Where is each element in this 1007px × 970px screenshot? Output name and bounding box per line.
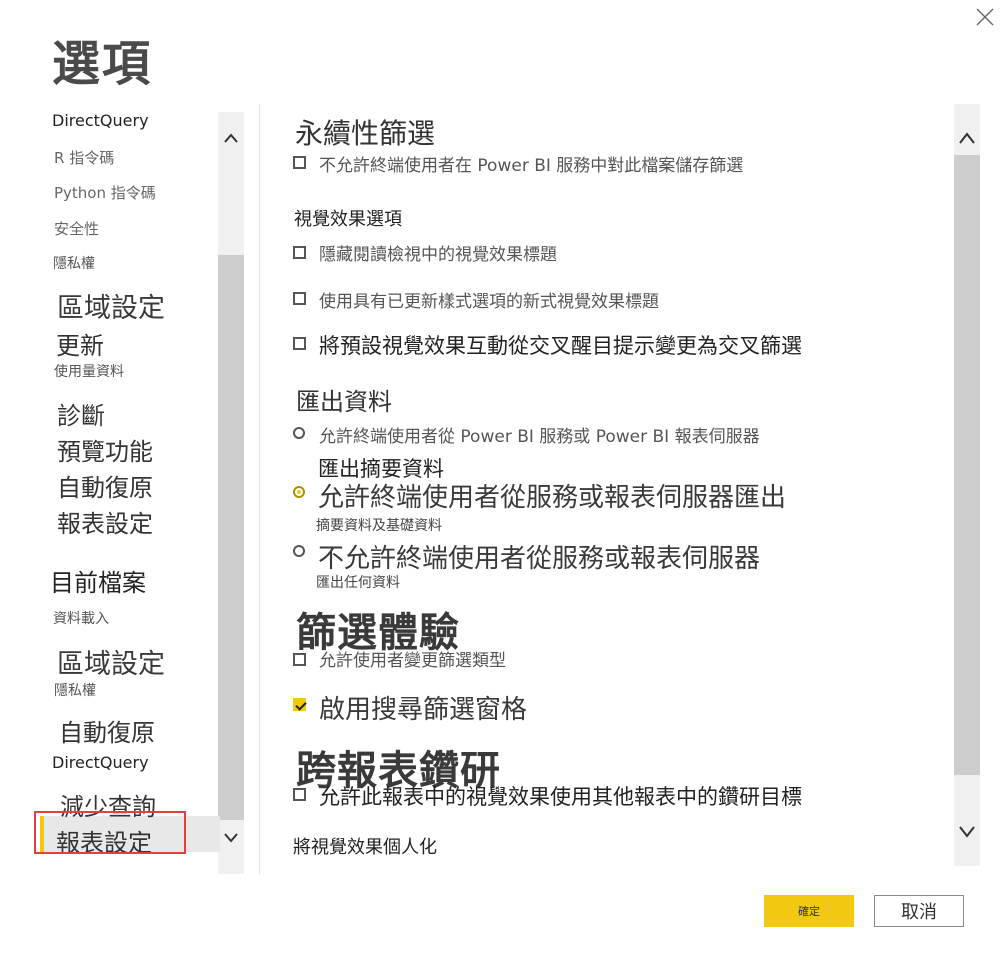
section-heading-export-data: 匯出資料 <box>296 388 392 416</box>
nav-item-usage-data[interactable]: 使用量資料 <box>54 361 124 381</box>
cancel-button[interactable]: 取消 <box>874 895 964 927</box>
option-sub-export-summarized-and-underlying: 摘要資料及基礎資料 <box>316 518 442 534</box>
option-label-export-summarized-and-underlying: 允許終端使用者從服務或報表伺服器匯出 <box>318 483 787 513</box>
nav-item-current-privacy[interactable]: 隱私權 <box>54 680 96 700</box>
checkbox-modern-visual-header[interactable] <box>293 292 306 305</box>
chevron-down-icon[interactable] <box>957 820 977 842</box>
nav-item-auto-recovery[interactable]: 自動復原 <box>57 468 153 503</box>
nav-item-regional-settings[interactable]: 區域設定 <box>57 286 165 325</box>
option-label-export-summarized: 允許終端使用者從 Power BI 服務或 Power BI 報表伺服器 <box>319 427 760 447</box>
option-label-hide-visual-header: 隱藏閱讀檢視中的視覺效果標題 <box>319 245 557 265</box>
ok-button[interactable]: 確定 <box>764 895 854 927</box>
nav-item-current-regional-settings[interactable]: 區域設定 <box>57 642 165 681</box>
nav-item-privacy[interactable]: 隱私權 <box>53 253 95 273</box>
nav-item-updates[interactable]: 更新 <box>56 326 104 361</box>
option-sub-export-none: 匯出任何資料 <box>316 575 400 591</box>
checkbox-cross-filter-default[interactable] <box>293 337 306 350</box>
section-heading-persistent-filters: 永續性篩選 <box>295 117 436 150</box>
checkbox-hide-visual-header[interactable] <box>293 246 306 259</box>
nav-item-directquery[interactable]: DirectQuery <box>52 111 149 130</box>
checkbox-enable-search-filter-pane[interactable] <box>293 698 306 711</box>
checkbox-persistent-filters[interactable] <box>293 156 306 169</box>
dialog-title: 選項 <box>52 36 153 92</box>
selection-highlight-box <box>34 811 186 854</box>
option-label-enable-search-filter-pane: 啟用搜尋篩選窗格 <box>319 695 528 725</box>
chevron-up-icon[interactable] <box>221 128 241 148</box>
checkbox-change-filter-type[interactable] <box>293 653 306 666</box>
checkbox-cross-report-drillthrough[interactable] <box>293 788 306 801</box>
nav-item-python-script[interactable]: Python 指令碼 <box>54 182 156 203</box>
close-icon[interactable] <box>974 6 996 28</box>
nav-item-diagnostics[interactable]: 診斷 <box>57 396 105 431</box>
nav-header-current-file: 目前檔案 <box>50 569 146 597</box>
radio-export-summarized[interactable] <box>293 427 305 439</box>
option-label-export-none: 不允許終端使用者從服務或報表伺服器 <box>318 544 761 574</box>
chevron-down-icon[interactable] <box>221 828 241 848</box>
nav-item-current-directquery[interactable]: DirectQuery <box>52 753 149 772</box>
option-label-cross-filter-default: 將預設視覺效果互動從交叉醒目提示變更為交叉篩選 <box>319 334 802 358</box>
nav-item-data-load[interactable]: 資料載入 <box>53 608 109 628</box>
nav-item-report-settings[interactable]: 報表設定 <box>57 504 153 539</box>
radio-export-summarized-and-underlying[interactable] <box>293 486 305 498</box>
left-scrollbar-thumb[interactable] <box>218 255 244 820</box>
option-label-modern-visual-header: 使用具有已更新樣式選項的新式視覺效果標題 <box>319 292 659 312</box>
nav-item-r-script[interactable]: R 指令碼 <box>54 147 114 168</box>
pane-divider <box>259 104 260 874</box>
content-scrollbar-thumb[interactable] <box>954 155 980 775</box>
nav-item-security[interactable]: 安全性 <box>54 218 99 239</box>
nav-item-preview-features[interactable]: 預覽功能 <box>57 432 153 467</box>
section-heading-visual-options: 視覺效果選項 <box>294 209 402 230</box>
nav-item-current-auto-recovery[interactable]: 自動復原 <box>59 713 155 748</box>
option-label-change-filter-type: 允許使用者變更篩選類型 <box>319 651 506 671</box>
radio-export-none[interactable] <box>293 545 305 557</box>
option-label-cross-report-drillthrough: 允許此報表中的視覺效果使用其他報表中的鑽研目標 <box>319 785 802 809</box>
chevron-up-icon[interactable] <box>957 126 977 148</box>
section-heading-personalize-visuals: 將視覺效果個人化 <box>293 837 437 858</box>
option-label-persistent-filters: 不允許終端使用者在 Power BI 服務中對此檔案儲存篩選 <box>319 156 744 176</box>
